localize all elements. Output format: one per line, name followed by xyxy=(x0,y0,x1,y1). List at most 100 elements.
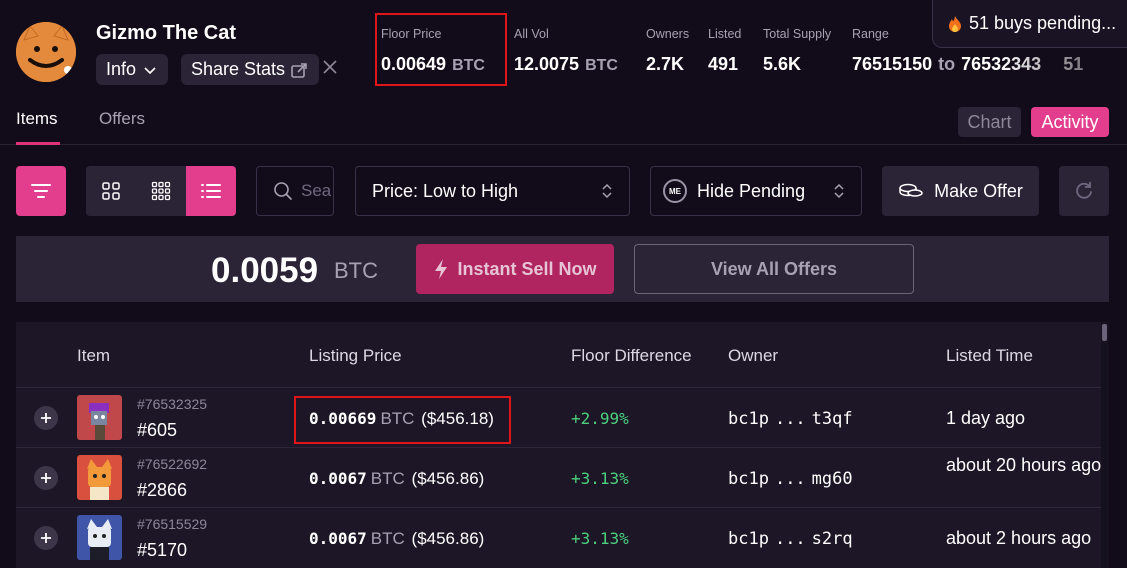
listed-time: about 2 hours ago xyxy=(946,528,1092,548)
view-list-button[interactable] xyxy=(186,166,236,216)
x-twitter-icon[interactable] xyxy=(322,58,338,81)
table-scroll-thumb[interactable] xyxy=(1102,324,1107,341)
column-header-listed-time[interactable]: Listed Time xyxy=(946,346,1033,366)
column-header-floor-difference[interactable]: Floor Difference xyxy=(571,346,692,366)
expand-row-button[interactable] xyxy=(34,406,58,430)
listing-price: 0.0067 BTC ($456.86) xyxy=(309,529,484,549)
total-supply-value: 5.6K xyxy=(763,54,802,74)
price-unit: BTC xyxy=(370,469,405,488)
collection-name: Gizmo The Cat xyxy=(96,22,237,44)
share-stats-label: Share Stats xyxy=(191,59,286,79)
listed-time: about 20 hours ago xyxy=(946,455,1102,475)
range-to-word: to xyxy=(938,54,956,74)
view-all-offers-button[interactable]: View All Offers xyxy=(634,244,914,294)
updown-chevron-icon xyxy=(834,183,844,199)
owner-start: bc1p xyxy=(728,469,769,489)
owner-address[interactable]: bc1p... t3qf xyxy=(728,409,853,429)
refresh-button[interactable] xyxy=(1059,166,1109,216)
chart-toggle-button[interactable]: Chart xyxy=(958,107,1021,137)
view-small-grid-button[interactable] xyxy=(136,166,186,216)
owner-address[interactable]: bc1p... mg60 xyxy=(728,469,853,489)
plus-icon xyxy=(41,413,51,423)
hide-pending-select[interactable]: ME Hide Pending xyxy=(650,166,862,216)
all-vol-value: 12.0075 BTC xyxy=(514,54,618,75)
tab-items[interactable]: Items xyxy=(16,109,58,129)
search-input[interactable] xyxy=(301,181,331,201)
activity-toggle-button[interactable]: Activity xyxy=(1031,107,1109,137)
owner-ellipsis: ... xyxy=(774,409,806,429)
owner-start: bc1p xyxy=(728,529,769,549)
item-thumbnail[interactable] xyxy=(77,515,122,560)
owner-start: bc1p xyxy=(728,409,769,429)
chevron-down-icon xyxy=(144,66,156,74)
cat-face-icon xyxy=(16,22,76,82)
price-btc: 0.0067 xyxy=(309,469,367,488)
expand-row-button[interactable] xyxy=(34,526,58,550)
tab-offers[interactable]: Offers xyxy=(99,109,145,129)
row-divider xyxy=(16,387,1101,388)
owner-end: mg60 xyxy=(811,469,853,489)
updown-chevron-icon xyxy=(602,183,612,199)
share-stats-button[interactable]: Share Stats xyxy=(181,54,320,85)
column-header-listing-price[interactable]: Listing Price xyxy=(309,346,402,366)
floor-difference: +3.13% xyxy=(571,469,629,488)
row-divider xyxy=(16,447,1101,448)
filter-button[interactable] xyxy=(16,166,66,216)
make-offer-button[interactable]: Make Offer xyxy=(882,166,1039,216)
owner-end: s2rq xyxy=(811,529,853,549)
listed-time: 1 day ago xyxy=(946,408,1026,428)
floor-difference: +3.13% xyxy=(571,529,629,548)
view-mode-group xyxy=(86,166,236,216)
listed-label: Listed xyxy=(708,27,742,41)
search-icon xyxy=(274,182,292,200)
total-supply-label: Total Supply xyxy=(763,27,832,41)
item-thumbnail[interactable] xyxy=(77,395,122,440)
instant-sell-button[interactable]: Instant Sell Now xyxy=(416,244,614,294)
tabs-divider xyxy=(0,144,1127,145)
refresh-icon xyxy=(1076,181,1092,199)
price-unit: BTC xyxy=(370,529,405,548)
expand-row-button[interactable] xyxy=(34,466,58,490)
collection-avatar xyxy=(16,22,76,82)
column-header-owner[interactable]: Owner xyxy=(728,346,778,366)
owners-value: 2.7K xyxy=(646,54,685,74)
make-offer-label: Make Offer xyxy=(934,180,1023,201)
small-grid-icon xyxy=(151,181,171,201)
range-label: Range xyxy=(852,27,889,41)
listing-price: 0.0067 BTC ($456.86) xyxy=(309,469,484,489)
owner-ellipsis: ... xyxy=(774,469,806,489)
column-header-item[interactable]: Item xyxy=(77,346,110,366)
row-divider xyxy=(16,507,1101,508)
inscription-number: #76532325 xyxy=(137,396,208,412)
search-field[interactable] xyxy=(256,166,334,216)
instant-sell-unit: BTC xyxy=(334,258,378,283)
cat-artwork-icon xyxy=(77,515,122,560)
price-usd: ($456.86) xyxy=(411,469,485,488)
pending-buys-notice[interactable]: 51 buys pending... xyxy=(932,0,1127,48)
owner-ellipsis: ... xyxy=(774,529,806,549)
item-name[interactable]: #5170 xyxy=(137,540,187,561)
cat-artwork-icon xyxy=(77,455,122,500)
floor-price-highlight xyxy=(375,13,507,86)
owners-label: Owners xyxy=(646,27,690,41)
item-thumbnail[interactable] xyxy=(77,455,122,500)
item-name[interactable]: #605 xyxy=(137,420,177,441)
price-usd: ($456.86) xyxy=(411,529,485,548)
all-vol-label: All Vol xyxy=(514,27,549,41)
instant-sell-amount: 0.0059 xyxy=(211,251,319,290)
sort-select[interactable]: Price: Low to High xyxy=(355,166,630,216)
info-dropdown[interactable]: Info xyxy=(96,54,169,85)
instant-sell-label: Instant Sell Now xyxy=(457,258,597,279)
range-from: 76515150 xyxy=(852,54,933,74)
sort-select-value: Price: Low to High xyxy=(372,180,519,201)
active-tab-indicator xyxy=(16,142,60,145)
fire-icon xyxy=(949,15,961,32)
owner-end: t3qf xyxy=(811,409,853,429)
magic-eden-logo-icon: ME xyxy=(663,179,687,203)
view-large-grid-button[interactable] xyxy=(86,166,136,216)
plus-icon xyxy=(41,473,51,483)
filter-icon xyxy=(31,184,51,198)
owner-address[interactable]: bc1p... s2rq xyxy=(728,529,853,549)
plus-icon xyxy=(41,533,51,543)
item-name[interactable]: #2866 xyxy=(137,480,187,501)
